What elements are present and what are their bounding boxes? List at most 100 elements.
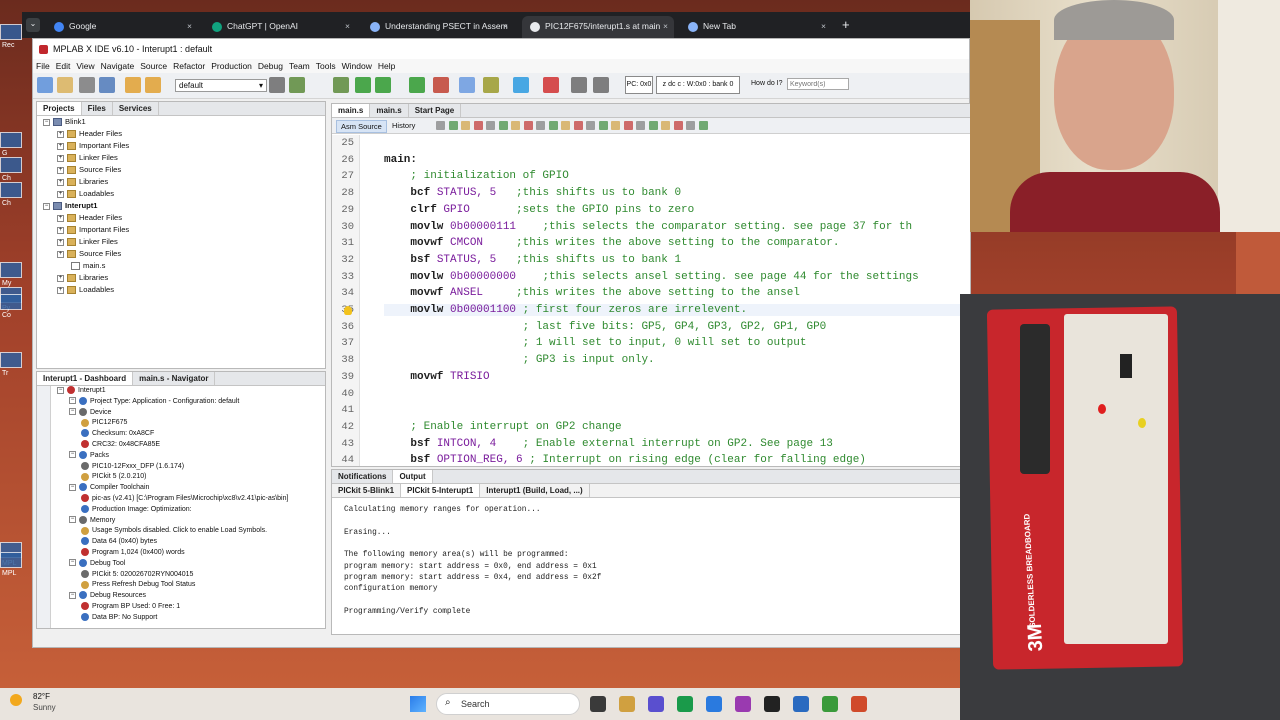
browser-tab[interactable]: PIC12F675/interupt1.s at main × [522,16,674,38]
panel-tab[interactable]: Interupt1 (Build, Load, ...) [480,484,590,497]
toolbar-button-icon[interactable] [513,77,529,93]
menu-item[interactable]: File [36,61,50,71]
desktop-shortcut-icon[interactable] [0,352,22,368]
desktop-shortcut-icon[interactable] [0,132,22,148]
toolbar-button-icon[interactable] [409,77,425,93]
taskbar-app-icon[interactable] [735,696,751,712]
expand-icon[interactable]: + [57,130,64,138]
editor-tool-icon[interactable] [686,121,695,130]
expand-icon[interactable]: + [57,226,64,234]
expand-icon[interactable]: − [69,559,76,567]
panel-tab[interactable]: Services [113,102,159,115]
desktop-shortcut-icon[interactable] [0,182,22,198]
configuration-select[interactable]: default ▾ [175,79,267,92]
menu-item[interactable]: Navigate [101,61,135,71]
panel-tab[interactable]: main.s - Navigator [133,372,216,385]
browser-tab[interactable]: ChatGPT | OpenAI × [204,16,356,38]
project-tree-item[interactable]: + Linker Files [57,236,118,248]
project-tree-item[interactable]: + Source Files [57,164,121,176]
project-tree-item[interactable]: + Libraries [57,176,108,188]
desktop-shortcut-icon[interactable] [0,24,22,40]
panel-tab[interactable]: Projects [37,102,82,115]
dashboard-tree-item[interactable]: − Debug Resources [69,591,146,602]
expand-icon[interactable]: + [57,250,64,258]
close-icon[interactable]: × [187,16,192,36]
panel-tab[interactable]: Output [393,470,433,483]
project-tree-item[interactable]: + Header Files [57,212,122,224]
browser-tab[interactable]: New Tab × [680,16,832,38]
dashboard-tree-item[interactable]: pic-as (v2.41) [C:\Program Files\Microch… [81,494,288,505]
editor-tool-icon[interactable] [486,121,495,130]
expand-icon[interactable]: + [57,214,64,222]
toolbar-button-icon[interactable] [459,77,475,93]
dashboard-tree-item[interactable]: CRC32: 0x48CFA85E [81,440,160,451]
expand-icon[interactable]: + [57,142,64,150]
taskbar-app-icon[interactable] [706,696,722,712]
expand-icon[interactable]: − [69,397,76,405]
menu-item[interactable]: Production [211,61,252,71]
editor-tool-icon[interactable] [461,121,470,130]
browser-tab[interactable]: Understanding PSECT in Assem × [362,16,514,38]
panel-tab[interactable]: Interupt1 - Dashboard [37,372,134,385]
menu-item[interactable]: Source [140,61,167,71]
editor-tool-icon[interactable] [636,121,645,130]
project-tree-item[interactable]: main.s [71,260,105,272]
menu-item[interactable]: Refactor [173,61,205,71]
toolbar-button-icon[interactable] [57,77,73,93]
project-tree-item[interactable]: + Source Files [57,248,121,260]
expand-icon[interactable]: − [43,202,50,210]
expand-icon[interactable]: − [69,483,76,491]
toolbar-button-icon[interactable] [289,77,305,93]
editor-tool-icon[interactable] [548,121,558,130]
toolbar-button-icon[interactable] [99,77,115,93]
editor-tool-icon[interactable] [611,121,620,130]
project-tree-item[interactable]: − Interupt1 [43,200,98,212]
toolbar-button-icon[interactable] [483,77,499,93]
dashboard-tree-item[interactable]: Checksum: 0xA8CF [81,429,154,440]
tab-search-button[interactable]: ⌄ [26,18,40,32]
dashboard-tree-item[interactable]: − Device [69,407,111,419]
project-tree-item[interactable]: + Loadables [57,284,114,296]
taskbar-app-icon[interactable] [793,696,809,712]
toolbar-button-icon[interactable] [355,77,371,93]
windows-start-icon[interactable] [410,696,426,712]
project-tree-item[interactable]: + Header Files [57,128,122,140]
editor-tool-icon[interactable] [673,121,683,130]
dashboard-tree-item[interactable]: PICkit 5: 020026702RYN004015 [81,569,193,581]
taskbar-app-icon[interactable] [648,696,664,712]
panel-tab[interactable]: PICkit 5-Blink1 [332,484,402,497]
editor-tool-icon[interactable] [473,121,483,130]
panel-tab[interactable]: Files [82,102,113,115]
dashboard-tree-item[interactable]: − Packs [69,450,109,462]
toolbar-button-icon[interactable] [375,77,391,93]
expand-icon[interactable]: + [57,190,64,198]
expand-icon[interactable]: + [57,178,64,186]
editor-tool-icon[interactable] [586,121,595,130]
project-tree-item[interactable]: + Important Files [57,140,129,152]
editor-tool-icon[interactable] [661,121,670,130]
toolbar-button-icon[interactable] [125,77,141,93]
panel-tab[interactable]: Notifications [332,470,394,483]
toolbar-button-icon[interactable] [79,77,95,93]
expand-icon[interactable]: + [57,154,64,162]
toolbar-button-icon[interactable] [593,77,609,93]
project-tree-item[interactable]: + Libraries [57,272,108,284]
close-icon[interactable]: × [663,16,668,36]
expand-icon[interactable]: + [57,238,64,246]
panel-tab[interactable]: main.s [370,104,409,117]
dashboard-tree-item[interactable]: Data 64 (0x40) bytes [81,537,157,548]
editor-tool-icon[interactable] [623,121,633,130]
project-tree-item[interactable]: + Linker Files [57,152,118,164]
close-icon[interactable]: × [821,16,826,36]
editor-tool-icon[interactable] [436,121,445,130]
editor-tool-icon[interactable] [498,121,508,130]
dashboard-tree-item[interactable]: Production Image: Optimization: [81,504,192,516]
dashboard-tree-item[interactable]: Press Refresh Debug Tool Status [81,580,195,591]
expand-icon[interactable]: − [43,118,50,126]
dashboard-tree-item[interactable]: PICkit 5 (2.0.210) [81,472,146,483]
editor-tool-icon[interactable] [511,121,520,130]
desktop-shortcut-icon[interactable] [0,552,22,568]
dashboard-tree-item[interactable]: − Memory [69,515,115,527]
menu-item[interactable]: Tools [316,61,336,71]
dashboard-tree-item[interactable]: Program BP Used: 0 Free: 1 [81,602,180,613]
